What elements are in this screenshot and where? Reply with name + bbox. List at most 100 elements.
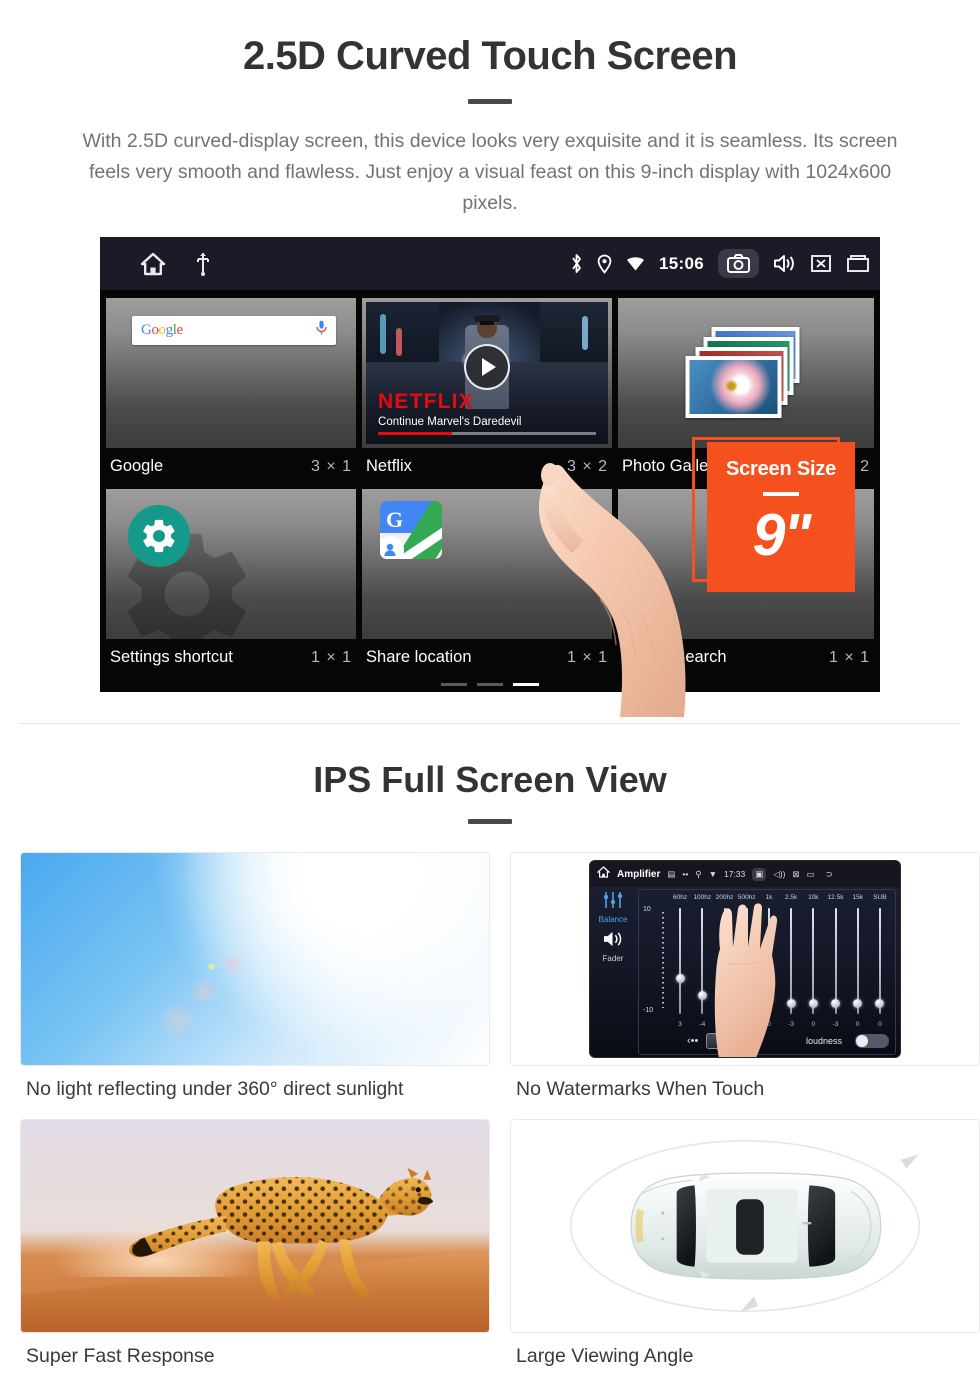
google-maps-icon: G [380,501,443,559]
widget-photo-gallery-preview[interactable] [618,298,874,448]
touching-hand-illustration [714,903,778,1057]
widget-share-location[interactable]: G Share location 1 × 1 [362,489,613,676]
loudness-toggle[interactable] [855,1034,889,1048]
widget-name: Settings shortcut [110,648,233,666]
widget-settings-shortcut[interactable]: Settings shortcut 1 × 1 [106,489,357,676]
scale-bottom: -10 [643,1007,654,1014]
badge-divider [763,492,799,496]
band-label: 200hz [715,894,734,901]
volume-icon[interactable]: ◁)) [773,869,785,880]
wifi-icon [626,256,645,272]
feature-grid: No light reflecting under 360° direct su… [0,824,980,1368]
amplifier-ui: Amplifier ▤ •• ⚲ ▼ 17:33 ▣ ◁)) ⊠ ▭ ⊃ Bal… [590,861,900,1057]
loudness-label: loudness [805,1036,842,1046]
product-detail-page: 2.5D Curved Touch Screen With 2.5D curve… [0,0,980,1394]
image-icon[interactable]: ▤ [667,869,675,880]
screen-size-label: Screen Size [725,458,837,480]
widget-settings-preview[interactable] [106,489,357,639]
amplifier-title: Amplifier [617,868,661,880]
android-screenshot: 15:06 Google Google 3 × 1 NETFLIX Contin… [100,237,880,717]
page-dot-2[interactable] [477,683,503,686]
amplifier-side-nav: Balance Fader [590,887,636,1057]
gear-icon [128,505,190,567]
band-label: 100hz [693,894,712,901]
page-title: 2.5D Curved Touch Screen [242,34,738,78]
balance-label[interactable]: Balance [590,915,636,924]
feature-caption: No light reflecting under 360° direct su… [26,1078,404,1100]
eq-slider[interactable] [847,908,869,1014]
microphone-icon[interactable] [316,320,327,341]
home-icon[interactable] [140,252,166,276]
play-icon[interactable] [464,344,511,391]
band-label: 1k [765,894,773,901]
prev-preset-icon[interactable]: ‹•• [687,1035,698,1047]
cheetah-illustration [129,1167,434,1301]
band-value: 0 [878,1021,882,1028]
fader-icon[interactable] [602,930,624,953]
eq-scale: 10 -10 [643,906,667,1014]
band-value: 0 [811,1021,816,1028]
back-icon[interactable]: ⊃ [826,869,833,880]
band-value: -3 [832,1021,839,1028]
ips-section: IPS Full Screen View No light reflecting… [0,723,980,1368]
recents-icon[interactable]: ▭ [807,869,815,880]
widget-google[interactable]: Google Google 3 × 1 [106,298,357,485]
widget-label-settings: Settings shortcut 1 × 1 [106,639,356,676]
more-icon[interactable]: •• [682,869,688,879]
screen-size-value: 9" [752,502,812,568]
curved-screen-section: 2.5D Curved Touch Screen With 2.5D curve… [0,0,980,717]
netflix-brand: NETFLIX [378,390,474,413]
usb-icon[interactable] [196,252,210,276]
feature-card-car: Large Viewing Angle [510,1119,980,1368]
balance-icon[interactable] [602,892,624,913]
wifi-icon: ▼ [708,869,717,879]
fader-label[interactable]: Fader [590,954,636,963]
widget-label-share-location: Share location 1 × 1 [362,639,612,676]
amplifier-status-bar: Amplifier ▤ •• ⚲ ▼ 17:33 ▣ ◁)) ⊠ ▭ ⊃ [590,861,900,887]
band-label: 15k [852,894,863,901]
band-value: 3 [678,1021,682,1028]
eq-slider[interactable] [669,908,691,1014]
feature-card-amplifier: Amplifier ▤ •• ⚲ ▼ 17:33 ▣ ◁)) ⊠ ▭ ⊃ Bal… [510,852,980,1101]
amplifier-time: 17:33 [723,869,746,879]
close-icon[interactable]: ⊠ [793,869,800,880]
eq-slider[interactable] [824,908,846,1014]
home-icon[interactable] [596,865,611,883]
status-time: 15:06 [659,253,704,273]
widget-share-location-preview[interactable]: G [362,489,613,639]
widget-size: 1 × 1 [567,648,609,666]
widget-name: Netflix [366,457,412,475]
close-icon[interactable] [810,254,832,273]
widget-name: Share location [366,648,472,666]
widget-google-preview[interactable]: Google [106,298,357,448]
widget-name: Sound Search [622,648,727,666]
volume-icon[interactable] [773,254,796,273]
widget-netflix[interactable]: NETFLIX Continue Marvel's Daredevil Netf… [362,298,613,485]
band-label: 2.5k [784,894,798,901]
feature-caption: No Watermarks When Touch [516,1078,765,1100]
car-illustration [569,1140,921,1313]
band-label: 500hz [737,894,756,901]
band-value: 0 [855,1021,860,1028]
page-dot-3[interactable] [513,683,539,686]
section-description: With 2.5D curved-display screen, this de… [82,130,898,214]
scale-top: 10 [643,906,651,913]
google-logo: Google [141,322,183,338]
title-underline [468,99,512,104]
page-dot-1[interactable] [441,683,467,686]
feature-caption: Super Fast Response [26,1345,215,1367]
eq-slider[interactable] [802,908,824,1014]
search-input[interactable]: Google [132,316,337,345]
bluetooth-icon [570,253,583,274]
recents-icon[interactable] [846,254,870,273]
widget-netflix-preview[interactable]: NETFLIX Continue Marvel's Daredevil [362,298,613,448]
camera-icon[interactable]: ▣ [752,867,767,881]
widget-size: 3 × 2 [567,457,609,475]
feature-card-sunlight: No light reflecting under 360° direct su… [20,852,490,1101]
feature-caption: Large Viewing Angle [516,1345,694,1367]
page-indicator[interactable] [441,683,539,686]
eq-slider[interactable] [869,908,891,1014]
netflix-artwork: NETFLIX Continue Marvel's Daredevil [366,302,609,444]
camera-icon[interactable] [718,249,759,278]
progress-bar [378,432,597,435]
